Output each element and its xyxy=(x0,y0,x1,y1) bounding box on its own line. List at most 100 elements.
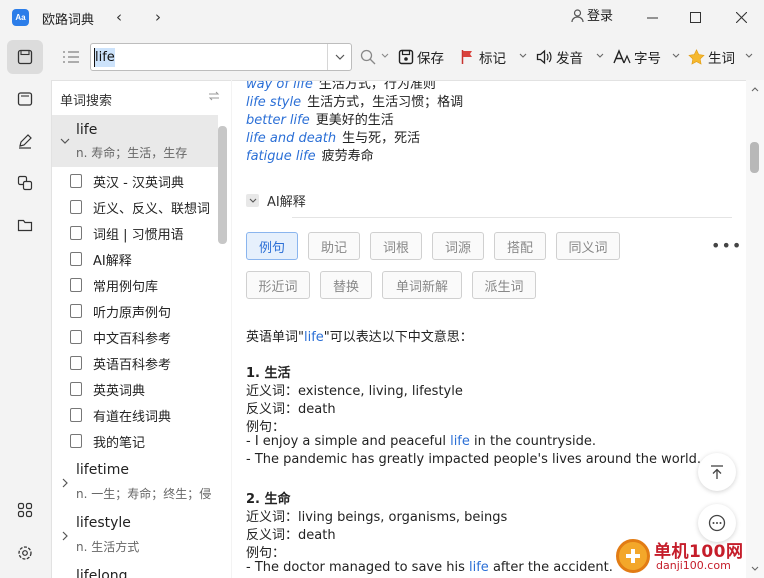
word-entry-lifelong[interactable]: lifelong xyxy=(52,563,218,578)
mark-button[interactable]: 标记 xyxy=(460,46,506,68)
tab-synonyms[interactable]: 同义词 xyxy=(556,232,620,260)
watermark-url: danji100.com xyxy=(656,559,731,572)
entry-word: lifetime xyxy=(76,462,129,478)
sense-synonyms: 近义词：existence, living, lifestyle xyxy=(246,384,463,399)
settings-nav-button[interactable] xyxy=(7,536,43,570)
tab-derivatives[interactable]: 派生词 xyxy=(472,271,536,299)
dict-item[interactable]: 英英词典 xyxy=(70,376,220,402)
word-list-scrollbar[interactable] xyxy=(218,126,227,244)
tab-mnemonic[interactable]: 助记 xyxy=(308,232,360,260)
word-entry-lifestyle[interactable]: lifestyle n. 生活方式 xyxy=(52,510,218,562)
tab-collocation[interactable]: 搭配 xyxy=(494,232,546,260)
search-caret-icon[interactable] xyxy=(380,51,390,61)
close-icon[interactable] xyxy=(727,4,755,30)
flag-icon xyxy=(461,50,472,64)
dict-item-label: 听力原声例句 xyxy=(93,305,172,321)
word-list-title: 单词搜索 xyxy=(60,94,113,109)
speak-caret-icon[interactable] xyxy=(595,51,605,61)
dict-item[interactable]: 听力原声例句 xyxy=(70,298,220,324)
entry-gloss: n. 寿命；生活，生存 xyxy=(76,146,188,160)
font-caret-icon[interactable] xyxy=(671,51,681,61)
user-icon xyxy=(571,9,584,23)
tab-root[interactable]: 词根 xyxy=(370,232,422,260)
grid-icon xyxy=(17,502,33,518)
dict-item[interactable]: 中文百科参考 xyxy=(70,324,220,350)
entry-word: lifestyle xyxy=(76,515,131,531)
scroll-up-icon[interactable] xyxy=(750,84,760,94)
forward-icon[interactable]: › xyxy=(147,5,169,29)
document-icon xyxy=(70,226,82,240)
mark-caret-icon[interactable] xyxy=(518,51,528,61)
folder-nav-button[interactable] xyxy=(7,208,43,242)
search-input[interactable] xyxy=(95,48,319,67)
save-button[interactable]: 保存 xyxy=(398,46,444,68)
more-options-icon[interactable]: ••• xyxy=(711,236,742,255)
ai-section-toggle[interactable]: AI解释 xyxy=(246,191,306,210)
back-to-top-button[interactable] xyxy=(698,453,736,491)
login-label: 登录 xyxy=(587,9,614,24)
sense-heading: 1. 生活 xyxy=(246,362,291,381)
back-icon[interactable]: ‹ xyxy=(108,5,130,29)
tab-etymology[interactable]: 词源 xyxy=(432,232,484,260)
example-keyword[interactable]: life xyxy=(450,434,470,449)
phrase-en[interactable]: life and death xyxy=(246,131,336,146)
tab-replace[interactable]: 替换 xyxy=(320,271,372,299)
entry-gloss: n. 生活方式 xyxy=(76,540,140,554)
vocab-caret-icon[interactable] xyxy=(744,51,754,61)
dict-item[interactable]: AI解释 xyxy=(70,246,220,272)
minimize-icon[interactable] xyxy=(638,4,666,30)
search-box[interactable] xyxy=(90,43,352,71)
dict-item[interactable]: 有道在线词典 xyxy=(70,402,220,428)
phrase-en[interactable]: fatigue life xyxy=(246,149,316,164)
maximize-icon[interactable] xyxy=(681,4,709,30)
intro-prefix: 英语单词" xyxy=(246,330,304,345)
document-icon xyxy=(70,200,82,214)
word-entry-life[interactable]: life n. 寿命；生活，生存 xyxy=(52,115,218,167)
font-size-button[interactable]: 字号 xyxy=(613,46,661,68)
phrase-en[interactable]: better life xyxy=(246,113,310,128)
save-icon xyxy=(398,49,414,65)
edit-nav-button[interactable] xyxy=(7,124,43,158)
dict-item-label: 中文百科参考 xyxy=(93,331,172,347)
watermark-logo-icon xyxy=(616,539,650,573)
login-button[interactable]: 登录 xyxy=(571,6,613,28)
dict-item[interactable]: 近义、反义、联想词 xyxy=(70,194,220,220)
vocab-label: 生词 xyxy=(708,51,735,67)
sense-heading: 2. 生命 xyxy=(246,488,291,507)
apps-nav-button[interactable] xyxy=(7,493,43,527)
dictionary-nav-button[interactable] xyxy=(7,40,43,74)
search-button[interactable] xyxy=(360,46,379,68)
tab-new-meaning[interactable]: 单词新解 xyxy=(382,271,462,299)
dict-item[interactable]: 常用例句库 xyxy=(70,272,220,298)
phrase-en[interactable]: life style xyxy=(246,95,301,110)
vocab-button[interactable]: 生词 xyxy=(688,46,735,68)
dict-item[interactable]: 我的笔记 xyxy=(70,428,220,454)
document-icon xyxy=(70,304,82,318)
speaker-icon xyxy=(536,49,552,65)
word-entry-lifetime[interactable]: lifetime n. 一生；寿命；终生；侵 xyxy=(52,457,218,509)
speak-button[interactable]: 发音 xyxy=(536,46,583,68)
list-toggle-icon[interactable] xyxy=(60,46,82,68)
document-icon xyxy=(70,252,82,266)
dict-item[interactable]: 英汉 - 汉英词典 xyxy=(70,168,220,194)
chevron-down-icon xyxy=(335,54,344,60)
example-keyword[interactable]: life xyxy=(469,560,489,575)
translate-nav-button[interactable] xyxy=(7,166,43,200)
content-scrollbar[interactable] xyxy=(746,80,764,578)
intro-word[interactable]: life xyxy=(304,330,324,345)
example-text: after the accident. xyxy=(488,560,613,575)
gear-icon xyxy=(18,546,32,560)
example-sentence: - The doctor managed to save his life af… xyxy=(246,560,613,575)
mark-label: 标记 xyxy=(479,51,506,67)
search-history-dropdown[interactable] xyxy=(327,44,351,70)
dict-item[interactable]: 词组 | 习惯用语 xyxy=(70,220,220,246)
swap-icon[interactable] xyxy=(208,91,220,101)
chevron-down-icon xyxy=(60,138,70,144)
example-text: - I enjoy a simple and peaceful xyxy=(246,434,451,449)
scrollbar-thumb[interactable] xyxy=(750,142,759,173)
dict-item[interactable]: 英语百科参考 xyxy=(70,350,220,376)
tab-similar-words[interactable]: 形近词 xyxy=(246,271,310,299)
book-nav-button[interactable] xyxy=(7,82,43,116)
tab-examples[interactable]: 例句 xyxy=(246,232,298,260)
word-list-header: 单词搜索 xyxy=(52,81,231,114)
